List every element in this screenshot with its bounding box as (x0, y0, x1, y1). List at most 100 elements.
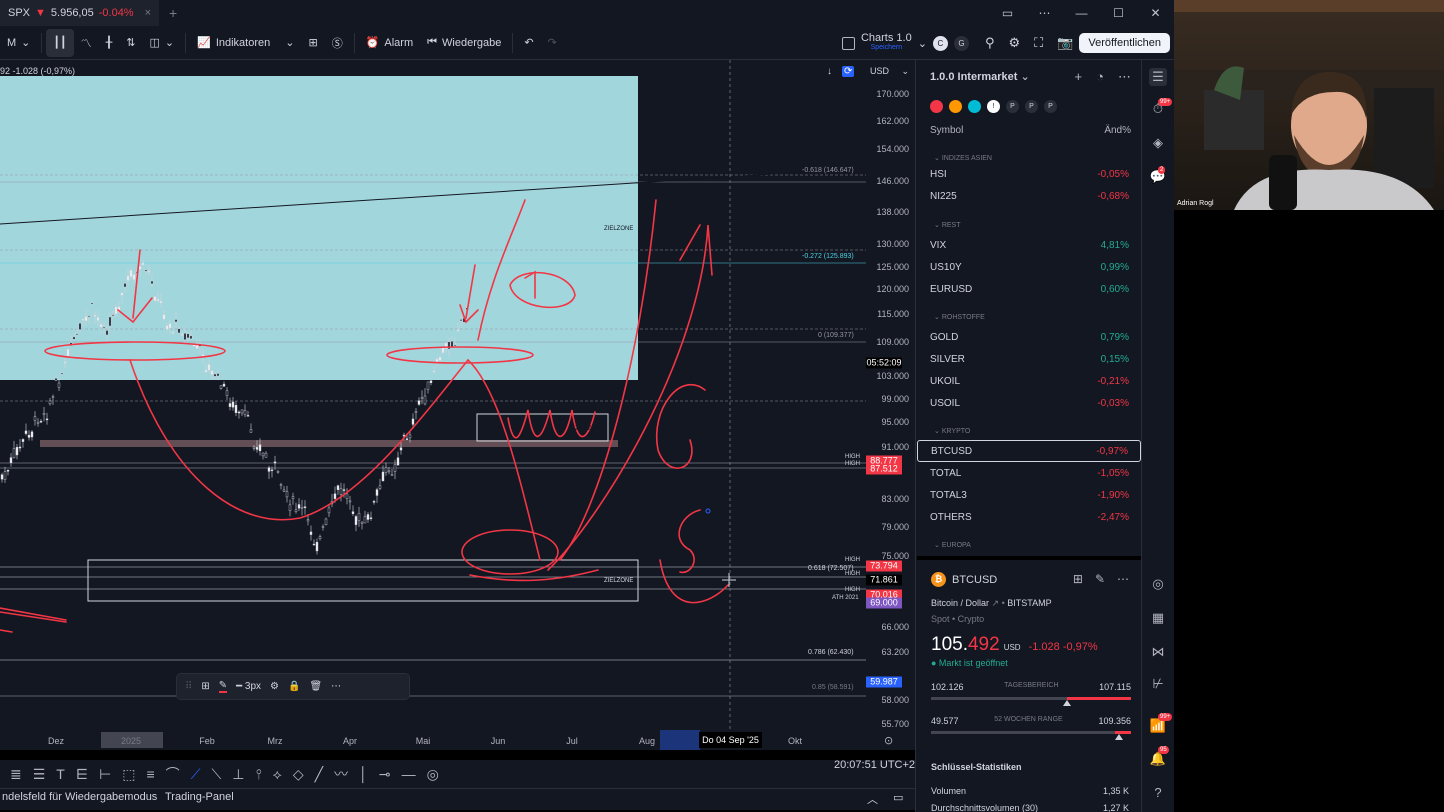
replay-hint[interactable]: ndelsfeld für Wiedergabemodus (2, 791, 157, 803)
pattern-icon[interactable]: ⟡ (273, 766, 282, 783)
detail-symbol[interactable]: ₿ BTCUSD (931, 572, 997, 587)
sync-icon[interactable]: ⟳ (842, 66, 855, 77)
horizontal-lines-icon[interactable]: ≣ (10, 766, 22, 783)
help-icon[interactable]: ? (1149, 784, 1167, 802)
candles-button[interactable]: ┃┃ (46, 28, 74, 57)
col-change[interactable]: Änd% (1104, 125, 1131, 136)
layout-name[interactable]: Charts 1.0 Speichern (861, 33, 912, 53)
watchlist-section[interactable]: ⌄ REST (934, 221, 960, 229)
p-flag-icon[interactable]: P (1025, 100, 1038, 113)
price-range-icon[interactable]: ⊥ (232, 766, 244, 783)
chart-type-button[interactable]: ◫ ⌄ (142, 29, 181, 57)
more-icon[interactable]: ⋯ (1118, 69, 1131, 85)
watchlist-section[interactable]: ⌄ INDIZES ASIEN (934, 154, 992, 162)
curve-icon[interactable]: ⌒ (166, 764, 180, 784)
alert-button[interactable]: ⏰ Alarm (359, 29, 420, 57)
watchlist-row[interactable]: HSI -0,05% (917, 163, 1141, 185)
more-icon[interactable]: ⋯ (1026, 6, 1063, 20)
target-icon[interactable]: ◎ (1149, 575, 1167, 593)
search-icon[interactable]: ⚲ (985, 35, 995, 51)
trading-panel-tab[interactable]: Trading-Panel (165, 791, 234, 803)
vertical-line-icon[interactable]: │ (359, 766, 368, 782)
add-symbol-icon[interactable]: + (1075, 69, 1083, 85)
col-symbol[interactable]: Symbol (930, 125, 963, 136)
watchlist-row[interactable]: USOIL -0,03% (917, 392, 1141, 414)
brush-icon[interactable]: ⟋ (191, 766, 201, 783)
line-chart-button[interactable]: 〽 (74, 29, 99, 57)
settings-gear-icon[interactable]: ⚙ (270, 681, 279, 692)
detail-exchange[interactable]: BITSTAMP (1007, 598, 1051, 608)
advanced-view-icon[interactable]: ◔ (1096, 69, 1104, 85)
measure-icon[interactable]: ⊢ (99, 766, 111, 783)
screen-icon[interactable]: ▭ (989, 6, 1026, 20)
scripts-button[interactable]: Ⓢ (325, 29, 350, 57)
watchlist-section[interactable]: ⌄ EUROPA (934, 541, 971, 549)
chart-tab[interactable]: SPX ▼ 5.956,05 -0.04% × (0, 0, 160, 26)
detail-pair[interactable]: Bitcoin / Dollar (931, 598, 989, 608)
info-flag-icon[interactable]: ! (987, 100, 1000, 113)
redo-button[interactable]: ↷ (541, 29, 564, 57)
arrow-down-icon[interactable]: ↓ (827, 66, 832, 77)
red-flag-icon[interactable] (930, 100, 943, 113)
horizontal-line-icon[interactable]: — (402, 766, 416, 782)
watchlist-section[interactable]: ⌄ KRYPTO (934, 427, 970, 435)
watchlist-row[interactable]: TOTAL3 -1,90% (917, 484, 1141, 506)
calendar-icon[interactable]: ▦ (1149, 609, 1167, 627)
g-icon[interactable]: G (953, 35, 969, 51)
watchlist-row[interactable]: EURUSD 0,60% (917, 278, 1141, 300)
c-icon[interactable]: C (932, 35, 948, 51)
publish-button[interactable]: Veröffentlichen (1079, 33, 1170, 53)
replay-button[interactable]: ⏮ Wiedergabe (420, 29, 508, 57)
layout-checkbox[interactable] (841, 36, 855, 50)
orange-flag-icon[interactable] (949, 100, 962, 113)
edit-icon[interactable]: ✎ (1095, 572, 1105, 586)
price-axis[interactable]: 170.000 162.000 154.000 146.000 138.000 130.0… (866, 60, 915, 750)
template-icon[interactable]: ⊞ (201, 681, 209, 692)
highlighter-icon[interactable]: ◇ (293, 766, 304, 783)
p-flag-icon[interactable]: P (1006, 100, 1019, 113)
maximize-button[interactable]: ☐ (1100, 6, 1137, 20)
interval-selector[interactable]: M ⌄ (0, 29, 37, 57)
long-position-icon[interactable]: ⫯ (256, 766, 262, 783)
p-flag-icon[interactable]: P (1044, 100, 1057, 113)
chart-canvas[interactable]: ZIELZONE ZIELZONE ZIELZONE -0.618 (146.6… (0, 60, 915, 750)
grid-icon[interactable]: ⊞ (1073, 572, 1083, 586)
watchlist-row[interactable]: TOTAL -1,05% (917, 462, 1141, 484)
chevron-down-icon[interactable]: ⌄ (918, 37, 927, 50)
watchlist-row[interactable]: SILVER 0,15% (917, 348, 1141, 370)
cyan-flag-icon[interactable] (968, 100, 981, 113)
drag-handle-icon[interactable]: ⠿ (185, 681, 192, 692)
trash-icon[interactable]: 🗑 (309, 681, 322, 692)
watchlist-section[interactable]: ⌄ ROHSTOFFE (934, 313, 985, 321)
undo-button[interactable]: ↶ (517, 29, 540, 57)
maximize-panel-icon[interactable]: ▭ (893, 791, 903, 804)
parallel-channel-icon[interactable]: ⋿ (76, 766, 88, 783)
target-icon[interactable]: ◎ (427, 766, 439, 783)
watchlist-title[interactable]: 1.0.0 Intermarket ⌄ (930, 70, 1030, 83)
close-window-button[interactable]: ✕ (1137, 6, 1174, 20)
ray-icon[interactable]: ⊸ (379, 766, 391, 783)
ruler-icon[interactable]: ⟍ (211, 766, 221, 783)
more-options-icon[interactable]: ⋯ (331, 681, 341, 692)
elliott-wave-icon[interactable]: 〰 (334, 764, 348, 784)
watchlist-row[interactable]: NI225 -0,68% (917, 185, 1141, 207)
watchlist-icon[interactable]: ☰ (1149, 68, 1167, 86)
rectangle-icon[interactable]: ⬚ (122, 766, 135, 783)
watchlist-row[interactable]: GOLD 0,79% (917, 326, 1141, 348)
watchlist-row[interactable]: VIX 4,81% (917, 234, 1141, 256)
watchlist-row[interactable]: US10Y 0,99% (917, 256, 1141, 278)
new-tab-button[interactable]: + (169, 5, 177, 21)
external-link-icon[interactable]: ↗ • (992, 598, 1005, 608)
lines-icon[interactable]: ≡ (147, 766, 155, 782)
layers-icon[interactable]: ◈ (1149, 134, 1167, 152)
watchlist-row[interactable]: OTHERS -2,47% (917, 506, 1141, 528)
line-width-button[interactable]: ━ 3px (236, 681, 261, 692)
text-icon[interactable]: T (56, 766, 65, 782)
compare-button[interactable]: ⇅ (119, 29, 142, 57)
more-icon[interactable]: ⋯ (1117, 572, 1129, 586)
chart-analysis-icon[interactable]: ⊬ (1149, 675, 1167, 693)
bar-chart-button[interactable]: ╂ (99, 29, 120, 57)
camera-icon[interactable]: 📷 (1057, 35, 1073, 51)
fullscreen-icon[interactable]: ⛶ (1034, 35, 1043, 51)
utc-clock[interactable]: 20:07:51 UTC+2 (834, 759, 915, 771)
